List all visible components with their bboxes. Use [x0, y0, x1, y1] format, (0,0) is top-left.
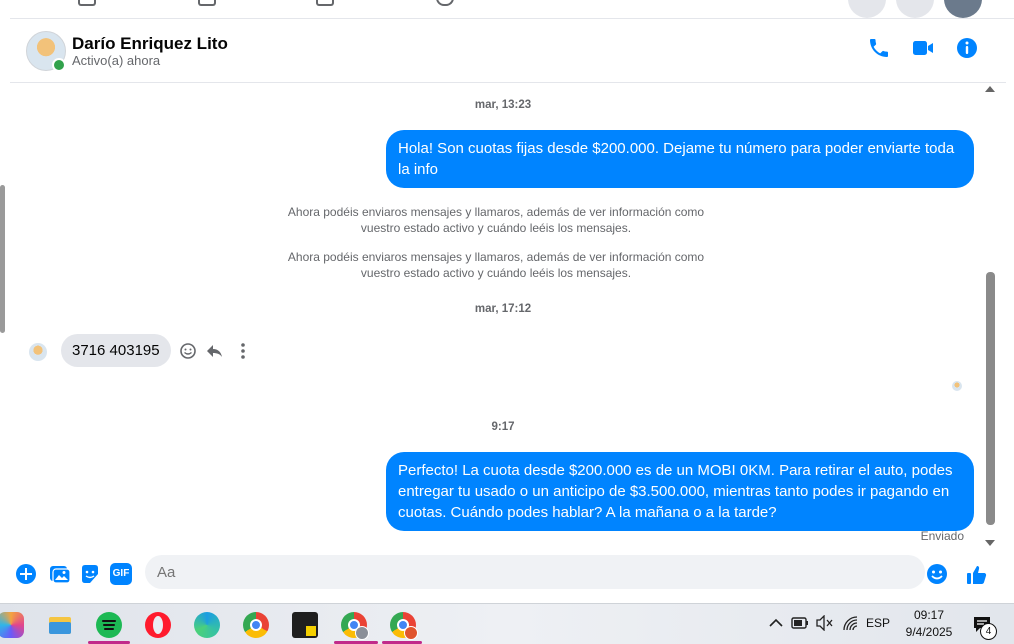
- system-notice: Ahora podéis enviaros mensajes y llamaro…: [287, 250, 705, 280]
- reply-icon[interactable]: [206, 342, 224, 360]
- chrome-profile-icon[interactable]: [390, 612, 418, 640]
- contact-name[interactable]: Darío Enriquez Lito: [72, 34, 228, 54]
- chat-header: Darío Enriquez Lito Activo(a) ahora: [10, 19, 1006, 83]
- like-icon[interactable]: [965, 563, 989, 587]
- gif-icon[interactable]: GIF: [110, 563, 132, 585]
- copilot-icon[interactable]: [0, 612, 24, 638]
- notifications-button[interactable]: [896, 0, 934, 18]
- input-language[interactable]: ESP: [866, 616, 890, 630]
- edge-icon[interactable]: [194, 612, 220, 638]
- chrome-profile-icon[interactable]: [341, 612, 369, 640]
- clock-time: 09:17: [913, 608, 945, 622]
- clock-date: 9/4/2025: [905, 625, 953, 639]
- windows-taskbar: ESP 09:17 9/4/2025 4: [0, 603, 1014, 644]
- emoji-icon[interactable]: [926, 563, 948, 585]
- scroll-up-icon[interactable]: [985, 86, 995, 92]
- message-thread: mar, 13:23 Hola! Son cuotas fijas desde …: [10, 83, 996, 549]
- scrollbar-thumb[interactable]: [986, 272, 995, 525]
- top-nav-icon[interactable]: [198, 0, 216, 6]
- top-app-strip: [0, 0, 1014, 19]
- top-nav-icon[interactable]: [316, 0, 334, 6]
- notification-badge: 4: [980, 623, 997, 640]
- menu-button[interactable]: [848, 0, 886, 18]
- timestamp: mar, 17:12: [474, 303, 532, 315]
- left-scrollbar-thumb[interactable]: [0, 185, 5, 333]
- scroll-down-icon[interactable]: [985, 540, 995, 546]
- timestamp: 9:17: [491, 421, 515, 433]
- message-input[interactable]: [145, 555, 925, 589]
- outgoing-message[interactable]: Hola! Son cuotas fijas desde $200.000. D…: [386, 130, 974, 188]
- sticker-icon[interactable]: [79, 563, 101, 585]
- sticky-notes-icon[interactable]: [292, 612, 318, 638]
- video-icon[interactable]: [911, 36, 935, 60]
- read-receipt-avatar: [952, 381, 962, 391]
- incoming-message[interactable]: 3716 403195: [61, 334, 171, 367]
- chrome-icon[interactable]: [243, 612, 269, 638]
- message-composer: GIF: [10, 549, 1006, 603]
- taskbar-clock[interactable]: 09:17 9/4/2025: [898, 607, 960, 641]
- phone-icon[interactable]: [867, 36, 891, 60]
- more-icon[interactable]: [236, 342, 250, 360]
- spotify-icon[interactable]: [96, 612, 122, 638]
- outgoing-message[interactable]: Perfecto! La cuota desde $200.000 es de …: [386, 452, 974, 531]
- chevron-up-icon[interactable]: [769, 618, 783, 628]
- info-icon[interactable]: [955, 36, 979, 60]
- opera-icon[interactable]: [145, 612, 171, 638]
- online-status-dot: [52, 58, 66, 72]
- sent-status: Enviado: [920, 529, 964, 543]
- image-icon[interactable]: [48, 563, 70, 585]
- wifi-icon[interactable]: [842, 615, 860, 631]
- react-icon[interactable]: [179, 342, 197, 360]
- file-explorer-icon[interactable]: [47, 612, 73, 638]
- speaker-muted-icon[interactable]: [816, 615, 834, 631]
- timestamp: mar, 13:23: [474, 99, 532, 111]
- plus-icon[interactable]: [15, 563, 37, 585]
- battery-icon[interactable]: [791, 616, 809, 630]
- top-nav-icon[interactable]: [78, 0, 96, 6]
- contact-status: Activo(a) ahora: [72, 53, 161, 68]
- contact-avatar-small[interactable]: [29, 343, 47, 361]
- top-nav-icon[interactable]: [436, 0, 454, 6]
- profile-avatar[interactable]: [944, 0, 982, 18]
- system-notice: Ahora podéis enviaros mensajes y llamaro…: [287, 205, 705, 235]
